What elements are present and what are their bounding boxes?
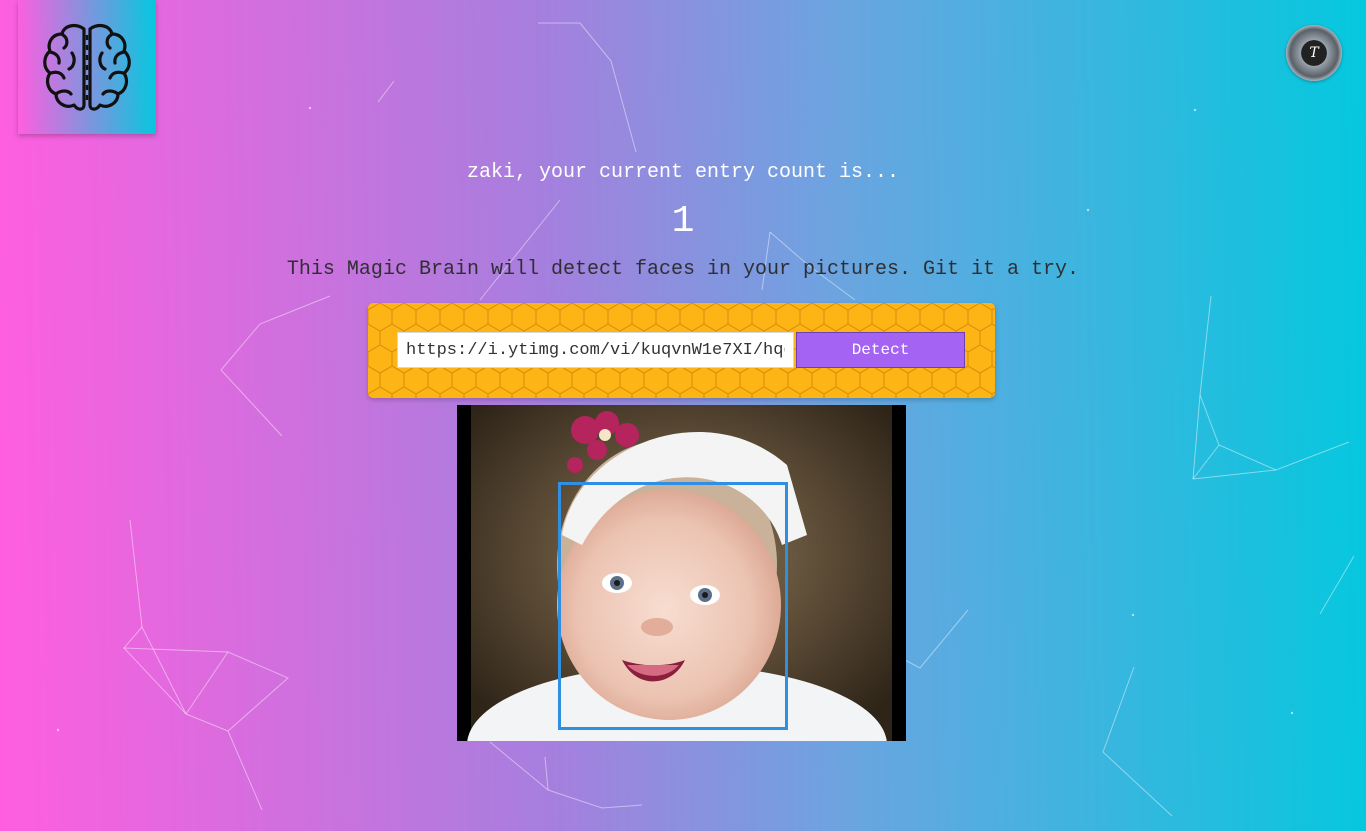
- profile-avatar[interactable]: T: [1286, 25, 1342, 81]
- entry-count-value: 1: [671, 200, 695, 243]
- logo-card: [18, 0, 156, 134]
- face-bounding-box: [558, 482, 788, 730]
- brain-icon: [43, 23, 131, 111]
- tagline: This Magic Brain will detect faces in yo…: [286, 258, 1080, 281]
- image-url-form: Detect: [368, 303, 995, 398]
- entry-count-greeting: zaki, your current entry count is...: [466, 161, 900, 184]
- profile-initial: T: [1309, 45, 1319, 61]
- face-detection-result: [457, 405, 906, 825]
- image-url-input[interactable]: [397, 332, 794, 368]
- detect-button[interactable]: Detect: [796, 332, 965, 368]
